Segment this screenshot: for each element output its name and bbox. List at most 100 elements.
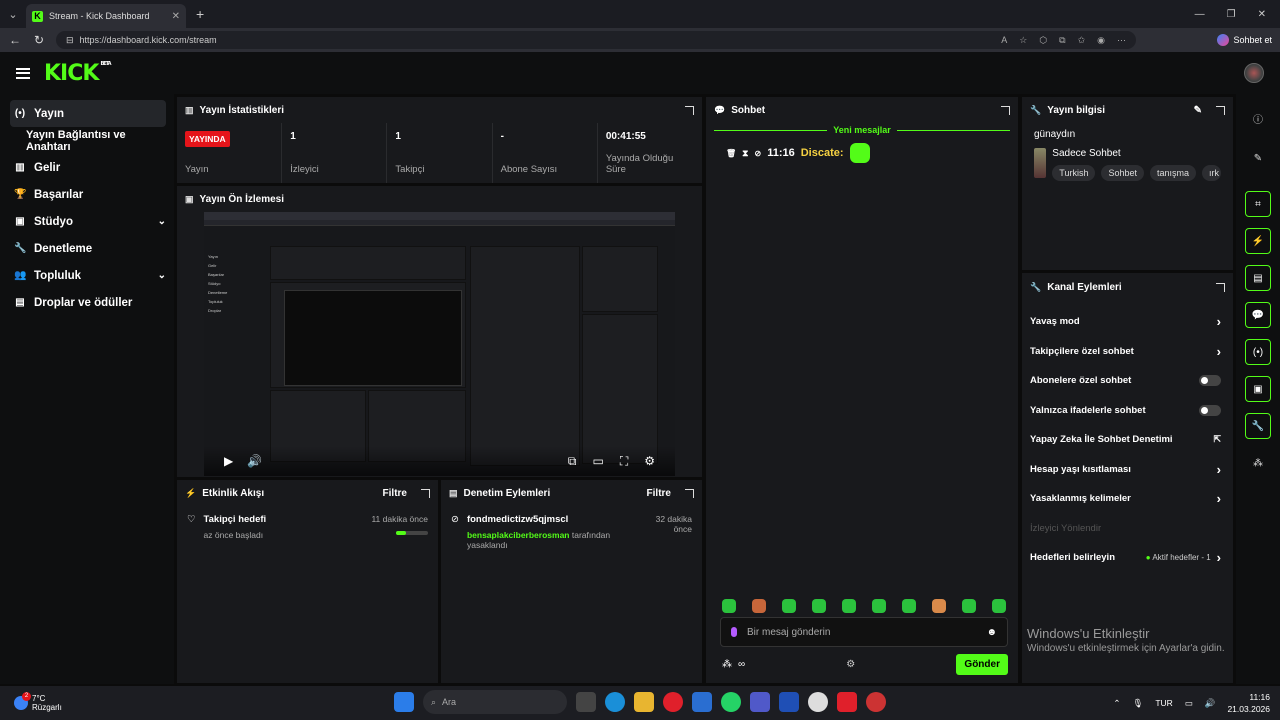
sidebar-item-stream-key[interactable]: Yayın Bağlantısı ve Anahtarı (10, 127, 166, 154)
network-icon[interactable]: ▭ (1185, 698, 1193, 709)
start-icon[interactable] (394, 692, 414, 712)
close-tab-icon[interactable]: ✕ (172, 11, 180, 22)
kick-logo[interactable]: KICK BETA (44, 61, 112, 86)
document-icon[interactable]: ▤ (1245, 265, 1271, 291)
input-language[interactable]: TUR (1155, 698, 1172, 708)
emote-icon[interactable] (752, 599, 766, 613)
app-icon[interactable] (866, 692, 886, 712)
chat-icon[interactable]: 💬 (1245, 302, 1271, 328)
play-icon[interactable]: ▶ (224, 454, 233, 468)
url-field[interactable]: ⊟ https://dashboard.kick.com/stream A ☆ … (56, 31, 1136, 49)
emote-icon[interactable] (812, 599, 826, 613)
sidebar-item-droplar[interactable]: ▤ Droplar ve ödüller (10, 289, 166, 316)
sidebar-item-yayin[interactable]: (•) Yayın (10, 100, 166, 127)
pip-icon[interactable]: ⧉ (568, 454, 577, 469)
bolt-icon[interactable]: ⚡ (1245, 228, 1271, 254)
avatar[interactable] (1244, 63, 1264, 83)
emote-icon[interactable] (872, 599, 886, 613)
slow-mode-row[interactable]: Yavaş mod › (1022, 307, 1233, 337)
chat-username[interactable]: Discate: (801, 147, 844, 159)
trash-icon[interactable]: 🗑 (726, 149, 736, 158)
read-aloud-icon[interactable]: A (1001, 35, 1007, 46)
broadcast-icon[interactable]: (•) (1245, 339, 1271, 365)
category-name[interactable]: Sadece Sohbet (1052, 148, 1221, 159)
clock[interactable]: 11:16 21.03.2026 (1227, 691, 1270, 715)
minimize-icon[interactable]: — (1195, 9, 1205, 20)
emote-icon[interactable] (992, 599, 1006, 613)
tab-list-icon[interactable]: ⌄ (0, 0, 26, 28)
whatsapp-icon[interactable] (721, 692, 741, 712)
goals-row[interactable]: Hedefleri belirleyin ● Aktif hedefler - 1… (1022, 543, 1233, 573)
sidebar-item-gelir[interactable]: ▥ Gelir (10, 154, 166, 181)
opera-icon[interactable] (663, 692, 683, 712)
favorite-icon[interactable]: ☆ (1019, 35, 1027, 46)
edit-icon[interactable]: ✎ (1194, 105, 1202, 116)
emote-icon[interactable] (842, 599, 856, 613)
fullscreen-icon[interactable]: ⛶ (620, 454, 628, 469)
banned-words-row[interactable]: Yasaklanmış kelimeler › (1022, 484, 1233, 514)
studio-icon[interactable]: ▣ (1245, 376, 1271, 402)
banned-user[interactable]: fondmedictizw5qjmscl (467, 514, 633, 525)
settings-icon[interactable]: ⚙ (644, 454, 655, 469)
mic-icon[interactable] (731, 627, 737, 637)
v-app-icon[interactable] (779, 692, 799, 712)
taskbar-search[interactable]: ⌕ Ara (423, 690, 567, 714)
account-age-row[interactable]: Hesap yaşı kısıtlaması › (1022, 455, 1233, 485)
expand-icon[interactable] (421, 488, 430, 498)
stream-preview-video[interactable]: Yayın Gelir Başarılar Stüdyo Denetleme Toplul… (204, 212, 675, 476)
more-actions-icon[interactable]: ⁂ (1245, 450, 1271, 476)
youtube-icon[interactable] (837, 692, 857, 712)
new-tab-icon[interactable]: + (196, 6, 204, 22)
expand-icon[interactable] (685, 105, 694, 115)
info-icon[interactable]: ⓘ (1245, 105, 1271, 131)
emoji-icon[interactable]: ☻ (986, 627, 997, 638)
extension-icon[interactable]: ⬡ (1039, 35, 1047, 46)
chevron-up-icon[interactable]: ⌃ (1113, 698, 1120, 709)
back-icon[interactable]: ← (8, 33, 22, 47)
clip-icon[interactable]: ⌗ (1245, 191, 1271, 217)
sidebar-item-basarilar[interactable]: 🏆 Başarılar (10, 181, 166, 208)
filter-button[interactable]: Filtre (383, 488, 407, 499)
weather-widget[interactable]: 2 7°C Rüzgarlı (0, 692, 62, 712)
more-icon[interactable]: ⋯ (1117, 35, 1126, 46)
task-view-icon[interactable] (576, 692, 596, 712)
expand-icon[interactable] (1216, 105, 1225, 115)
chat-message[interactable]: 🗑 ⧗ ⊘ 11:16 Discate: (714, 143, 1010, 163)
timeout-icon[interactable]: ⧗ (742, 148, 748, 159)
browser-tab[interactable]: K Stream - Kick Dashboard ✕ (26, 4, 186, 28)
sidebar-item-topluluk[interactable]: 👥 Topluluk ⌄ (10, 262, 166, 289)
refresh-icon[interactable]: ↻ (32, 33, 46, 47)
sidebar-item-studyo[interactable]: ▣ Stüdyo ⌄ (10, 208, 166, 235)
favorites-bar-icon[interactable]: ✩ (1078, 35, 1086, 46)
subs-only-toggle[interactable] (1199, 375, 1221, 387)
expand-icon[interactable] (1216, 282, 1225, 292)
edit-icon[interactable]: ✎ (1245, 145, 1271, 171)
ban-icon[interactable]: ⊘ (754, 149, 761, 158)
split-icon[interactable]: ⧉ (1059, 35, 1065, 46)
emotes-only-toggle[interactable] (1199, 404, 1221, 416)
send-button[interactable]: Gönder (956, 654, 1008, 675)
followers-only-row[interactable]: Takipçilere özel sohbet › (1022, 337, 1233, 367)
mail-icon[interactable] (692, 692, 712, 712)
expand-icon[interactable] (685, 488, 694, 498)
emote-icon[interactable] (932, 599, 946, 613)
filter-button[interactable]: Filtre (647, 488, 671, 499)
points-icon[interactable]: ⁂ (722, 659, 732, 670)
volume-icon[interactable]: 🔊 (1205, 698, 1216, 709)
menu-icon[interactable] (16, 67, 30, 79)
mic-icon[interactable]: 🎙 (1133, 698, 1144, 709)
chat-settings-icon[interactable]: ⚙ (846, 659, 855, 670)
sidebar-item-denetleme[interactable]: 🔧 Denetleme (10, 235, 166, 262)
copilot-button[interactable]: Sohbet et (1217, 34, 1272, 46)
maximize-icon[interactable]: ❐ (1227, 9, 1236, 20)
ai-moderation-row[interactable]: Yapay Zeka İle Sohbet Denetimi ⇱ (1022, 425, 1233, 455)
file-explorer-icon[interactable] (634, 692, 654, 712)
volume-icon[interactable]: 🔊 (247, 454, 262, 468)
theater-icon[interactable]: ▭ (592, 454, 603, 469)
wrench-icon[interactable]: 🔧 (1245, 413, 1271, 439)
emote-icon[interactable] (782, 599, 796, 613)
close-window-icon[interactable]: ✕ (1258, 9, 1266, 20)
obs-icon[interactable] (808, 692, 828, 712)
emote-icon[interactable] (902, 599, 916, 613)
emote-icon[interactable] (962, 599, 976, 613)
